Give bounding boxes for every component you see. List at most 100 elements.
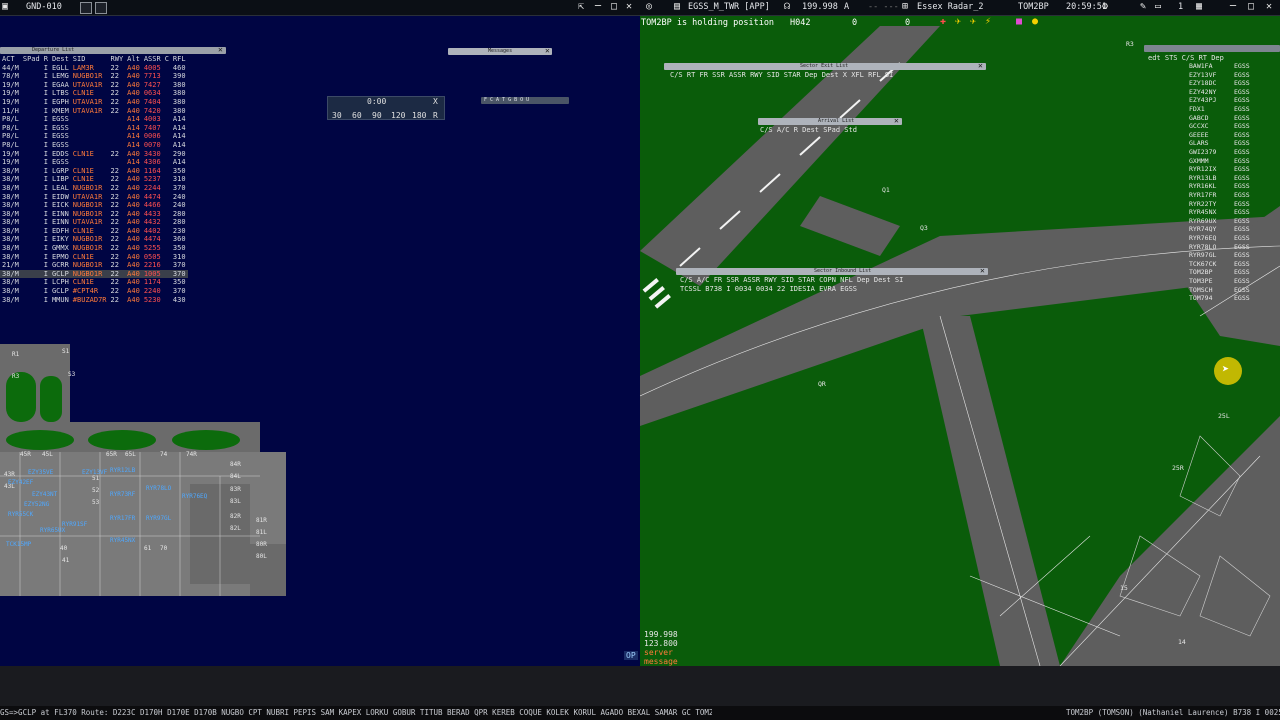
- pin-icon[interactable]: [80, 2, 92, 14]
- departure-row[interactable]: 38/M I GMMX NUGBO1R 22 A40 5255 350: [0, 244, 188, 253]
- messages-close-icon[interactable]: ✕: [545, 47, 550, 55]
- departure-list-table[interactable]: ACT SPad R Dest SID RWY Alt ASSR C RFL 44/M I EGLL L…: [0, 55, 188, 304]
- stand-callsign[interactable]: EZY35VE: [28, 468, 53, 477]
- minimize-icon[interactable]: ─: [595, 1, 601, 13]
- timer-reset[interactable]: R: [433, 111, 438, 120]
- airfield-map[interactable]: [640, 16, 1280, 666]
- right-list-callsign[interactable]: RYR76EQ: [1189, 234, 1216, 242]
- window-menu-icon[interactable]: ▭: [1155, 1, 1161, 13]
- timer-30[interactable]: 30: [332, 111, 342, 120]
- stand-callsign[interactable]: RYR91SF: [62, 520, 87, 529]
- stand-callsign[interactable]: RYR55CK: [8, 510, 33, 519]
- departure-row[interactable]: P8/L I EGSS A14 0070 A14: [0, 141, 188, 150]
- apron-map[interactable]: [0, 336, 300, 596]
- sector-inbound-close-icon[interactable]: ✕: [980, 267, 985, 275]
- settings-icon[interactable]: ▦: [1196, 1, 1202, 13]
- timer-180[interactable]: 180: [412, 111, 426, 120]
- stand-callsign[interactable]: RYR73RF: [110, 490, 135, 499]
- departure-row[interactable]: 38/M I EPMO CLN1E 22 A40 0505 310: [0, 253, 188, 262]
- other-quick-set-icon[interactable]: ⚙: [1102, 1, 1108, 13]
- lightbulb-icon[interactable]: ●: [1032, 16, 1038, 28]
- right-list-callsign[interactable]: TOM3PE: [1189, 277, 1212, 285]
- departure-row[interactable]: 78/M I LEMG NUGBO1R 22 A40 7713 390: [0, 72, 188, 81]
- stand-callsign[interactable]: EZY42EF: [8, 478, 33, 487]
- stand-callsign[interactable]: EZY13VF: [82, 468, 107, 477]
- right-list-callsign[interactable]: RYR22TY: [1189, 200, 1216, 208]
- stand-callsign[interactable]: RYR12LB: [110, 466, 135, 475]
- restore-icon[interactable]: □: [611, 1, 617, 13]
- freq-primary[interactable]: 199.998: [644, 630, 678, 639]
- timer-120[interactable]: 120: [391, 111, 405, 120]
- departure-row[interactable]: 19/M I EDDS CLN1E 22 A40 3430 290: [0, 150, 188, 159]
- right-list-callsign[interactable]: EZY42NY: [1189, 88, 1216, 96]
- right-list-callsign[interactable]: RYR69UX: [1189, 217, 1216, 225]
- arrival-list-close-icon[interactable]: ✕: [894, 117, 899, 125]
- radar-scope-icon[interactable]: ◎: [646, 1, 652, 13]
- sector-exit-close-icon[interactable]: ✕: [978, 62, 983, 70]
- departure-row[interactable]: 19/M I EGSS A14 4306 A14: [0, 158, 188, 167]
- right-list-callsign[interactable]: TOM2BP: [1189, 268, 1212, 276]
- departure-row[interactable]: P8/L I EGSS A14 0006 A14: [0, 132, 188, 141]
- frequency-display[interactable]: 199.998: [802, 2, 838, 13]
- right-list-callsign[interactable]: GEEEE: [1189, 131, 1209, 139]
- unpin-icon[interactable]: [95, 2, 107, 14]
- op-indicator[interactable]: OP: [624, 651, 638, 660]
- right-list-callsign[interactable]: RYR97GL: [1189, 251, 1216, 259]
- departure-row[interactable]: 38/M I EICK NUGBO1R 22 A40 4466 240: [0, 201, 188, 210]
- departure-row[interactable]: 38/M I EIDW UTAVA1R 22 A40 4474 240: [0, 193, 188, 202]
- maximize-right-icon[interactable]: □: [1248, 1, 1254, 13]
- plane-icon[interactable]: ✈: [955, 16, 961, 28]
- sector-icon[interactable]: ⊞: [902, 1, 908, 13]
- selected-callsign[interactable]: TOM2BP: [1018, 2, 1049, 13]
- departure-row[interactable]: P8/L I EGSS A14 7407 A14: [0, 124, 188, 133]
- departure-row[interactable]: 38/M I MMUN #BUZAD7R 22 A40 5230 430: [0, 296, 188, 305]
- window-icon[interactable]: ▣: [2, 1, 8, 13]
- stand-callsign[interactable]: RYR78LO: [146, 484, 171, 493]
- callsign-list-header[interactable]: [1144, 45, 1280, 52]
- right-list-callsign[interactable]: TOM794: [1189, 294, 1212, 302]
- freq-secondary[interactable]: 123.800: [644, 639, 678, 648]
- right-list-callsign[interactable]: GLARS: [1189, 139, 1209, 147]
- close-right-icon[interactable]: ✕: [1266, 1, 1272, 13]
- departure-row[interactable]: 19/M I EGAA UTAVA1R 22 A40 7427 380: [0, 81, 188, 90]
- right-list-callsign[interactable]: EZY13VF: [1189, 71, 1216, 79]
- right-list-callsign[interactable]: EZY18DC: [1189, 79, 1216, 87]
- departure-row[interactable]: 38/M I LIBP CLN1E 22 A40 5237 310: [0, 175, 188, 184]
- stand-callsign[interactable]: RYR76EQ: [182, 492, 207, 501]
- warning-icon[interactable]: ✚: [940, 16, 946, 28]
- timer-60[interactable]: 60: [352, 111, 362, 120]
- departure-row[interactable]: 38/M I LEAL NUGBO1R 22 A40 2244 370: [0, 184, 188, 193]
- pencil-icon[interactable]: ✎: [1140, 1, 1146, 13]
- right-list-callsign[interactable]: RYR13LB: [1189, 174, 1216, 182]
- departure-row[interactable]: 38/M I EINN UTAVA1R 22 A40 4432 280: [0, 218, 188, 227]
- right-list-callsign[interactable]: RYR45NX: [1189, 208, 1216, 216]
- right-list-callsign[interactable]: GABCD: [1189, 114, 1209, 122]
- right-list-callsign[interactable]: RYR12IX: [1189, 165, 1216, 173]
- antenna-icon[interactable]: ⚡: [985, 16, 991, 28]
- departure-row[interactable]: 19/M I LTBS CLN1E 22 A40 0634 380: [0, 89, 188, 98]
- stand-callsign[interactable]: RYR97GL: [146, 514, 171, 523]
- radar-label[interactable]: Essex Radar_2: [917, 2, 984, 13]
- stand-callsign[interactable]: RYR45NX: [110, 536, 135, 545]
- resize-icon[interactable]: ⇱: [578, 1, 584, 13]
- stand-callsign[interactable]: RYR17FR: [110, 514, 135, 523]
- sector-inbound-row[interactable]: TCSSL B738 I 0034 0034 22 IDESIA EVRA EG…: [680, 285, 857, 294]
- right-list-callsign[interactable]: RYR78LO: [1189, 243, 1216, 251]
- ground-radar-pane[interactable]: Departure List ✕ ACT SPad R Dest SID RWY Alt AS…: [0, 16, 640, 666]
- right-list-callsign[interactable]: FDX1: [1189, 105, 1205, 113]
- departure-row[interactable]: 38/M I EINN NUGBO1R 22 A40 4433 280: [0, 210, 188, 219]
- departure-row[interactable]: 38/M I LCPH CLN1E 22 A40 1174 350: [0, 278, 188, 287]
- right-list-callsign[interactable]: TCK67CK: [1189, 260, 1216, 268]
- departure-row[interactable]: 38/M I GCLP #CPT4R 22 A40 2240 370: [0, 287, 188, 296]
- right-list-callsign[interactable]: GXMMM: [1189, 157, 1209, 165]
- stand-callsign[interactable]: EZY43NT: [32, 490, 57, 499]
- right-list-callsign[interactable]: RYR74QY: [1189, 225, 1216, 233]
- right-list-callsign[interactable]: BAW1FA: [1189, 62, 1212, 70]
- departure-row[interactable]: 44/M I EGLL LAM3R 22 A40 4005 460: [0, 64, 188, 73]
- departure-row[interactable]: 38/M I EIKY NUGBO1R 22 A40 4474 360: [0, 235, 188, 244]
- command-line[interactable]: GS=>GCLP at FL370 Route: D223C D170H D17…: [0, 706, 1280, 720]
- departure-row[interactable]: 19/M I EGPH UTAVA1R 22 A40 7404 380: [0, 98, 188, 107]
- headset-icon[interactable]: ☊: [784, 1, 790, 13]
- departure-row[interactable]: 38/M I EDFH CLN1E 22 A40 4402 230: [0, 227, 188, 236]
- timer-90[interactable]: 90: [372, 111, 382, 120]
